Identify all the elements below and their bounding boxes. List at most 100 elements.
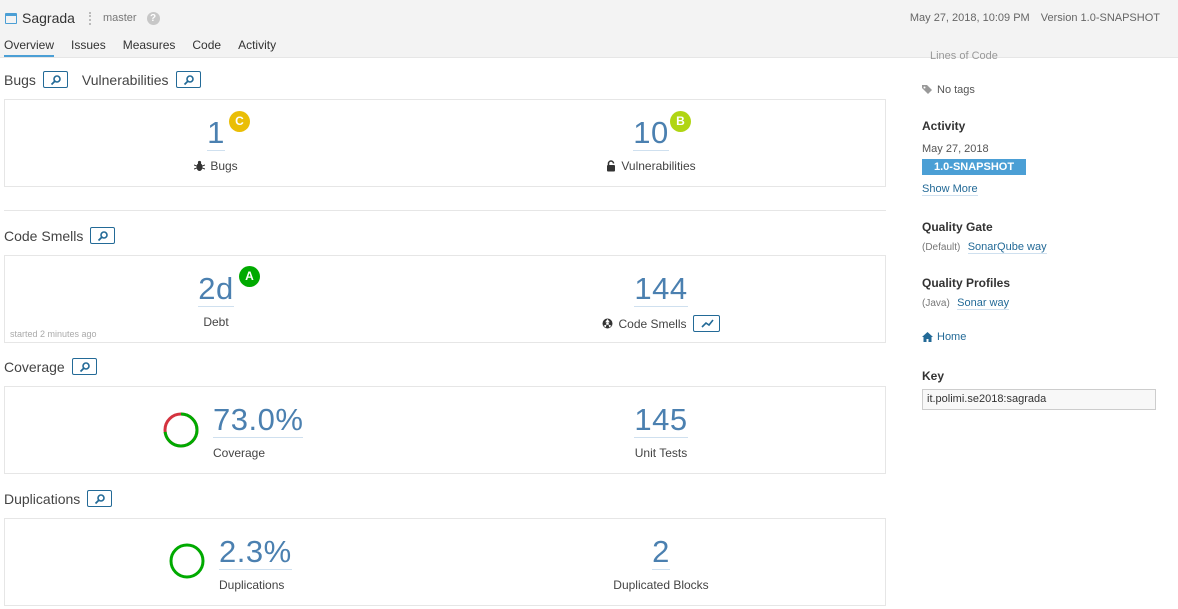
project-icon [5,12,17,24]
unit-tests-metric: 145 Unit Tests [596,403,726,460]
coverage-value[interactable]: 73.0% [213,403,304,438]
coverage-card: 73.0% Coverage 145 Unit Tests [4,386,886,474]
duplications-metric: 2.3% Duplications [219,535,292,592]
home-link[interactable]: Home [937,331,966,343]
duplications-value[interactable]: 2.3% [219,535,292,570]
code-smells-value[interactable]: 144 [634,272,688,307]
quality-profile-language: (Java) [922,298,950,309]
maintainability-rating[interactable]: A [239,266,260,287]
code-smells-history-button[interactable] [692,315,720,332]
tag-icon [922,85,932,94]
unit-tests-measure: 145 Unit Tests [446,387,886,473]
tab-measures[interactable]: Measures [123,38,176,57]
duplications-card: 2.3% Duplications 2 Duplicated Blocks [4,518,886,606]
quality-gate-default: (Default) [922,242,961,253]
quality-gate-link[interactable]: SonarQube way [967,241,1047,254]
tags-text: No tags [937,84,975,96]
activity-date: May 27, 2018 [922,143,989,155]
duplicated-blocks-metric: 2 Duplicated Blocks [586,535,736,593]
duplicated-blocks-value[interactable]: 2 [652,535,670,570]
project-version: Version 1.0-SNAPSHOT [1040,12,1160,24]
unit-tests-value[interactable]: 145 [634,403,688,438]
code-smells-drilldown-button[interactable] [90,227,116,244]
lock-icon [607,160,616,172]
quality-gate-title: Quality Gate [922,220,993,234]
drilldown-icon [50,75,61,86]
tab-activity[interactable]: Activity [238,38,276,57]
drilldown-icon [95,494,106,505]
bugs-label-row: Bugs [160,159,272,173]
vulnerabilities-value[interactable]: 10 [633,116,669,151]
home-icon [922,332,933,342]
tags-row[interactable]: No tags [922,84,975,96]
branch-selector[interactable]: master [88,11,137,25]
tab-overview[interactable]: Overview [4,38,55,57]
home-link-row[interactable]: Home [922,331,966,343]
vulnerabilities-label: Vulnerabilities [621,159,696,173]
drilldown-icon [98,231,109,242]
drilldown-icon [79,362,90,373]
coverage-label: Coverage [213,446,266,460]
coverage-title: Coverage [4,358,65,375]
analysis-meta: May 27, 2018, 10:09 PM Version 1.0-SNAPS… [910,12,1160,24]
bugs-label: Bugs [210,159,238,173]
coverage-label-row: Coverage [213,446,303,460]
vulnerabilities-drilldown-button[interactable] [175,71,201,88]
debt-label: Debt [203,315,229,329]
quality-profile-link[interactable]: Sonar way [957,297,1010,310]
project-key-field[interactable]: it.polimi.se2018:sagrada [922,389,1156,410]
vulnerabilities-metric: 10 Vulnerabilities [586,116,716,173]
unit-tests-label-row: Unit Tests [596,446,726,460]
trend-icon [700,319,714,328]
code-smells-measure: 144 Code Smells [446,256,886,342]
duplications-drilldown-button[interactable] [87,490,113,507]
coverage-donut [163,412,199,448]
show-more-link[interactable]: Show More [922,183,978,196]
coverage-drilldown-button[interactable] [71,358,97,375]
bugs-title: Bugs [4,71,36,88]
project-header: Sagrada master ? May 27, 2018, 10:09 PM … [0,0,1178,58]
project-name[interactable]: Sagrada [22,10,75,26]
tab-issues[interactable]: Issues [71,38,106,57]
section-divider [4,210,886,211]
bugs-metric: 1 Bugs [160,116,272,173]
vulnerabilities-rating[interactable]: B [670,111,691,132]
bugs-vulnerabilities-card: 1 Bugs C 10 Vulnerabilities B [4,99,886,187]
code-smells-label-row: Code Smells [596,315,726,332]
duplications-section-title: Duplications [4,490,113,507]
activity-title: Activity [922,119,966,133]
bugs-value[interactable]: 1 [207,116,225,151]
code-smells-title: Code Smells [4,227,84,244]
unit-tests-label: Unit Tests [634,446,688,460]
started-time: started 2 minutes ago [10,329,97,339]
duplications-donut [169,543,205,579]
duplications-label: Duplications [219,578,285,592]
vulnerabilities-title: Vulnerabilities [81,71,169,88]
version-badge: 1.0-SNAPSHOT [922,159,1027,175]
duplicated-blocks-label-row: Duplicated Blocks [586,578,736,592]
coverage-section-title: Coverage [4,358,97,375]
debt-value[interactable]: 2d [198,272,234,307]
code-smells-card: 2d Debt A started 2 minutes ago 144 Code… [4,255,886,343]
code-smell-icon [602,318,613,329]
debt-label-row: Debt [160,315,272,329]
bugs-section-title: Bugs Vulnerabilities [4,71,201,88]
key-block: Key it.polimi.se2018:sagrada [922,369,1156,410]
help-icon[interactable]: ? [146,11,160,25]
debt-measure: 2d Debt A started 2 minutes ago [5,256,445,342]
tab-code[interactable]: Code [192,38,221,57]
duplications-donut-ring [169,543,205,579]
duplications-label-row: Duplications [219,578,292,592]
code-smells-section-title: Code Smells [4,227,116,244]
key-title: Key [922,369,945,383]
bugs-drilldown-button[interactable] [42,71,68,88]
vulnerabilities-label-row: Vulnerabilities [586,159,716,173]
project-info: Sagrada master ? [5,10,160,26]
bug-icon [194,160,206,171]
bugs-rating[interactable]: C [229,111,250,132]
drilldown-icon [183,75,194,86]
coverage-measure: 73.0% Coverage [5,387,445,473]
coverage-metric: 73.0% Coverage [213,403,304,460]
duplications-measure: 2.3% Duplications [5,519,445,605]
vulnerabilities-measure: 10 Vulnerabilities B [446,100,886,186]
